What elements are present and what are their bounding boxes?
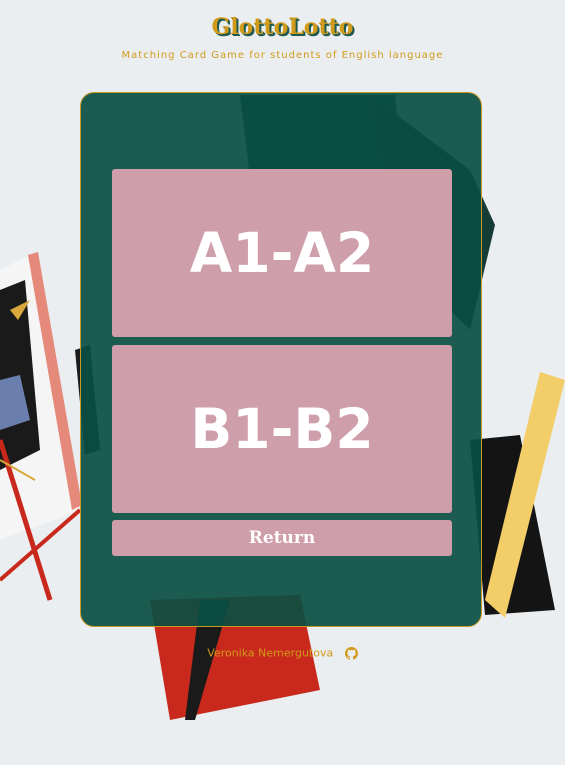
app-subtitle: Matching Card Game for students of Engli… [121,50,444,61]
app-title: GlottoLotto [211,14,354,40]
header: GlottoLotto Matching Card Game for stude… [0,14,565,61]
level-a1-a2-button[interactable]: A1-A2 [112,169,452,337]
level-select-panel: A1-A2 B1-B2 Return [80,92,482,627]
level-b1-b2-button[interactable]: B1-B2 [112,345,452,513]
github-icon[interactable] [344,646,358,660]
author-link[interactable]: Veronika Nemergutova [207,647,333,660]
footer: Veronika Nemergutova [0,646,565,660]
return-button[interactable]: Return [112,520,452,556]
